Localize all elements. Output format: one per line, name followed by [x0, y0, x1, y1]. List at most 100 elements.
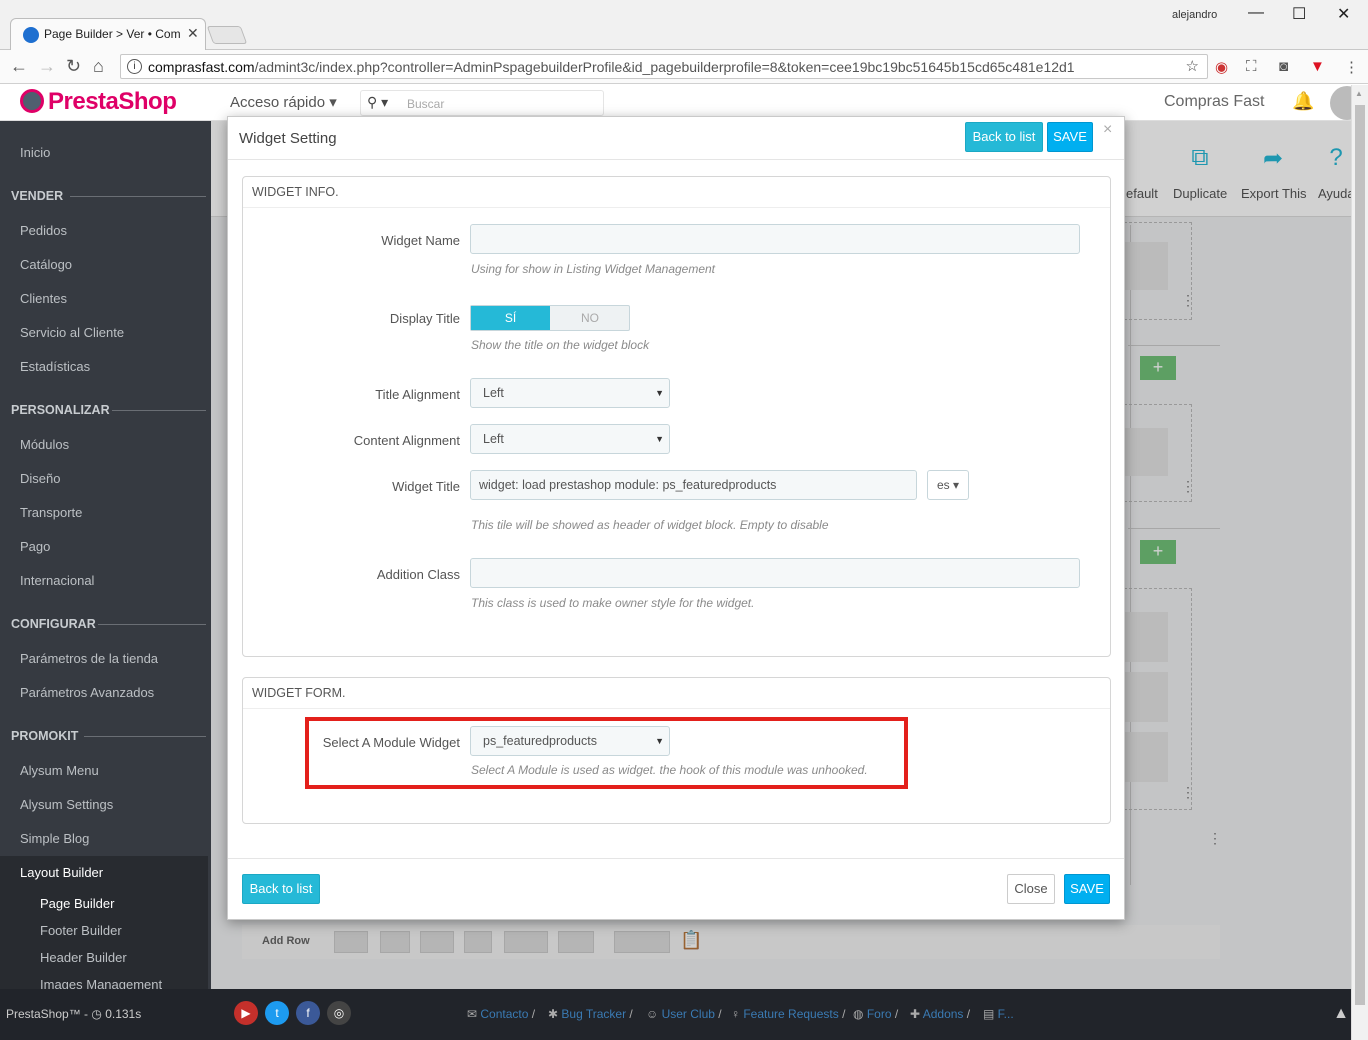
toggle-no[interactable]: NO: [551, 306, 629, 330]
content-alignment-label: Content Alignment: [353, 433, 460, 448]
back-arrow-icon[interactable]: ←: [10, 56, 28, 77]
new-tab-button[interactable]: [206, 26, 248, 44]
divider: [84, 736, 206, 737]
sidebar-item-alysum-settings[interactable]: Alysum Settings: [20, 797, 113, 812]
sidebar-item-pago[interactable]: Pago: [20, 539, 50, 554]
title-alignment-select[interactable]: Left ▼: [470, 378, 670, 408]
window-close-icon[interactable]: ✕: [1337, 4, 1350, 24]
shield-icon[interactable]: ▼: [1310, 58, 1325, 75]
sidebar-item-clientes[interactable]: Clientes: [20, 291, 67, 306]
footer-link-user-club[interactable]: ☺ User Club /: [646, 1007, 722, 1021]
github-icon[interactable]: ◎: [327, 1001, 351, 1025]
sidebar-item-modulos[interactable]: Módulos: [20, 437, 69, 452]
widget-title-label: Widget Title: [392, 479, 460, 494]
maximize-icon[interactable]: ☐: [1292, 4, 1306, 24]
forward-arrow-icon[interactable]: →: [38, 56, 56, 77]
footer-link-more[interactable]: ▤ F...: [983, 1007, 1014, 1021]
addition-class-help: This class is used to make owner style f…: [471, 596, 755, 610]
footer-back-to-list-button[interactable]: Back to list: [242, 874, 320, 904]
widget-title-help: This tile will be showed as header of wi…: [471, 518, 829, 532]
sidebar-item-pedidos[interactable]: Pedidos: [20, 223, 67, 238]
address-bar[interactable]: i comprasfast.com/admint3c/index.php?con…: [120, 54, 1208, 79]
close-icon[interactable]: ×: [1103, 121, 1112, 139]
widget-name-input[interactable]: [470, 224, 1080, 254]
widget-title-input[interactable]: widget: load prestashop module: ps_featu…: [470, 470, 917, 500]
bookmark-star-icon[interactable]: ☆: [1186, 57, 1199, 75]
toggle-yes[interactable]: SÍ: [471, 306, 550, 330]
sidebar-subitem-page-builder[interactable]: Page Builder: [40, 896, 114, 911]
sidebar-item-alysum-menu[interactable]: Alysum Menu: [20, 763, 99, 778]
extension-icon[interactable]: ◉: [1215, 58, 1228, 76]
url-text: comprasfast.com/admint3c/index.php?contr…: [148, 59, 1075, 75]
content-alignment-value: Left: [483, 432, 504, 446]
back-to-list-button[interactable]: Back to list: [965, 122, 1043, 152]
chevron-down-icon: ▼: [655, 388, 664, 398]
admin-search[interactable]: ⚲ ▾ Buscar: [360, 90, 604, 116]
admin-footer: PrestaShop™ - ◷ 0.131s ▶ t f ◎ ✉ Contact…: [0, 989, 1368, 1040]
save-button[interactable]: SAVE: [1047, 122, 1093, 152]
youtube-icon[interactable]: ▶: [234, 1001, 258, 1025]
sidebar-item-simple-blog[interactable]: Simple Blog: [20, 831, 89, 846]
scrollbar[interactable]: ▲: [1351, 85, 1368, 1040]
footer-link-contacto[interactable]: ✉ Contacto /: [467, 1007, 535, 1021]
tab-close-icon[interactable]: ✕: [187, 25, 199, 42]
minimize-icon[interactable]: —: [1248, 4, 1264, 22]
scrollbar-thumb[interactable]: [1355, 105, 1365, 1005]
caret-down-icon: ▾: [953, 478, 960, 492]
sidebar-subitem-header-builder[interactable]: Header Builder: [40, 950, 127, 965]
sidebar-item-catalogo[interactable]: Catálogo: [20, 257, 72, 272]
footer-link-feature-requests[interactable]: ♀ Feature Requests /: [731, 1007, 845, 1021]
language-dropdown[interactable]: es ▾: [927, 470, 969, 500]
sidebar-item-estadisticas[interactable]: Estadísticas: [20, 359, 90, 374]
footer-link-addons[interactable]: ✚ Addons /: [910, 1007, 970, 1021]
addition-class-label: Addition Class: [376, 567, 460, 582]
home-icon[interactable]: ⌂: [93, 56, 104, 77]
camera-icon[interactable]: ◙: [1279, 58, 1288, 75]
twitter-icon[interactable]: t: [265, 1001, 289, 1025]
panel-heading: WIDGET INFO.: [243, 177, 1110, 208]
footer-save-button[interactable]: SAVE: [1064, 874, 1110, 904]
reload-icon[interactable]: ↻: [66, 56, 81, 77]
sidebar-item-diseno[interactable]: Diseño: [20, 471, 60, 486]
shop-name-link[interactable]: Compras Fast: [1164, 93, 1264, 111]
screenshot-icon[interactable]: ⛶: [1246, 58, 1257, 75]
display-title-label: Display Title: [389, 311, 460, 326]
info-icon[interactable]: i: [127, 59, 142, 74]
sidebar-item-inicio[interactable]: Inicio: [20, 145, 50, 160]
sidebar-item-layout-builder[interactable]: Layout Builder: [20, 865, 103, 880]
puffin-logo-icon: [20, 89, 44, 113]
menu-icon[interactable]: ⋮: [1344, 58, 1359, 76]
content-alignment-select[interactable]: Left ▼: [470, 424, 670, 454]
title-alignment-label: Title Alignment: [375, 387, 460, 402]
display-title-toggle[interactable]: SÍ NO: [470, 305, 630, 331]
version-text: PrestaShop™ - ◷ 0.131s: [6, 1007, 142, 1021]
prestashop-logo[interactable]: PrestaShop: [20, 88, 177, 116]
close-button[interactable]: Close: [1007, 874, 1055, 904]
divider: [70, 196, 206, 197]
sidebar-subitem-footer-builder[interactable]: Footer Builder: [40, 923, 122, 938]
favicon-icon: [23, 27, 39, 43]
chevron-down-icon: ▼: [655, 434, 664, 444]
search-placeholder: Buscar: [407, 97, 445, 111]
addition-class-input[interactable]: [470, 558, 1080, 588]
browser-toolbar: ← → ↻ ⌂ i comprasfast.com/admint3c/index…: [0, 50, 1368, 84]
widget-setting-modal: Widget Setting Back to list SAVE × WIDGE…: [227, 116, 1125, 920]
widget-info-panel: WIDGET INFO. Widget Name Using for show …: [242, 176, 1111, 657]
facebook-icon[interactable]: f: [296, 1001, 320, 1025]
notifications-bell-icon[interactable]: 🔔: [1292, 91, 1314, 112]
quick-access-menu[interactable]: Acceso rápido ▾: [230, 93, 337, 111]
sidebar-item-parametros-avanzados[interactable]: Parámetros Avanzados: [20, 685, 154, 700]
screen: Page Builder > Ver • Com ✕ alejandro — ☐…: [0, 0, 1368, 1040]
footer-link-foro[interactable]: ◍ Foro /: [853, 1007, 898, 1021]
sidebar-heading-vender: VENDER: [11, 189, 64, 203]
window-user: alejandro: [1172, 9, 1218, 21]
sidebar-item-transporte[interactable]: Transporte: [20, 505, 82, 520]
browser-tab[interactable]: Page Builder > Ver • Com ✕: [10, 18, 206, 50]
search-icon: ⚲ ▾: [367, 94, 389, 110]
scroll-up-icon[interactable]: ▲: [1355, 89, 1363, 98]
sidebar-item-internacional[interactable]: Internacional: [20, 573, 94, 588]
sidebar-heading-promokit: PROMOKIT: [11, 729, 79, 743]
sidebar-item-servicio[interactable]: Servicio al Cliente: [20, 325, 124, 340]
sidebar-item-parametros-tienda[interactable]: Parámetros de la tienda: [20, 651, 158, 666]
footer-link-bug-tracker[interactable]: ✱ Bug Tracker /: [548, 1007, 633, 1021]
